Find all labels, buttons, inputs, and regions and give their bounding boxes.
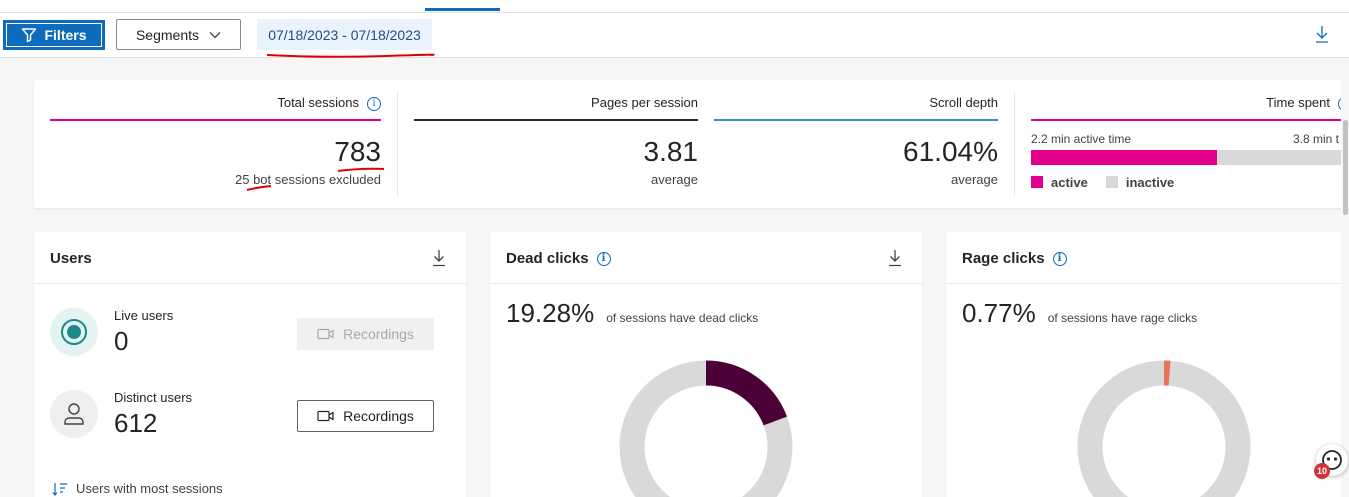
distinct-users-value: 612 — [114, 408, 158, 438]
dead-clicks-summary: 19.28% of sessions have dead clicks — [506, 298, 758, 329]
rage-clicks-summary: 0.77% of sessions have rage clicks — [962, 298, 1197, 329]
scroll-depth-value: 61.04% — [903, 136, 998, 167]
users-title: Users — [50, 250, 92, 267]
toolbar: Filters Segments 07/18/2023 - 07/18/2023 — [0, 13, 1349, 58]
page-scrollbar[interactable] — [1341, 58, 1349, 497]
donut-background — [1077, 360, 1251, 497]
chevron-down-icon — [209, 31, 221, 38]
distinct-users-label: Distinct users — [114, 390, 193, 405]
dead-clicks-percent: 19.28% — [506, 298, 595, 328]
segments-dropdown[interactable]: Segments — [116, 19, 241, 50]
sort-icon — [52, 482, 67, 496]
live-users-row: Live users 0 Recordings — [50, 308, 450, 364]
pages-per-session-value: 3.81 — [643, 136, 699, 167]
annotation-underline — [266, 53, 435, 58]
rage-clicks-card: Rage clicks i 0.77% of sessions have rage… — [946, 232, 1342, 497]
scroll-underline — [714, 119, 998, 121]
pages-per-session-label: Pages per session — [591, 95, 698, 110]
rage-clicks-donut — [1077, 360, 1251, 497]
download-icon[interactable] — [1314, 24, 1330, 44]
time-spent-metric: Time spenti 2.2 min active time 3.8 min … — [1031, 80, 1344, 208]
users-card: Users Live users 0 Recordings Distinct u… — [34, 232, 466, 497]
notification-badge: 10 — [1314, 463, 1330, 479]
info-icon[interactable]: i — [596, 251, 611, 266]
total-sessions-value: 783 — [334, 136, 381, 167]
total-sessions-underline — [50, 119, 381, 121]
dead-clicks-description: of sessions have dead clicks — [606, 311, 759, 325]
users-most-sessions-link[interactable]: Users with most sessions — [52, 481, 223, 496]
time-spent-bar — [1031, 150, 1344, 165]
live-users-icon — [50, 308, 98, 356]
legend-active: active — [1031, 175, 1088, 190]
rage-clicks-title: Rage clicks — [962, 250, 1045, 267]
annotation-underline — [246, 185, 272, 191]
filters-button[interactable]: Filters — [3, 20, 105, 50]
rage-clicks-percent: 0.77% — [962, 298, 1036, 328]
segments-label: Segments — [135, 26, 200, 43]
date-range-label: 07/18/2023 - 07/18/2023 — [268, 26, 421, 43]
dead-clicks-card: Dead clicks i 19.28% of sessions have dea… — [490, 232, 922, 497]
filter-icon — [22, 28, 37, 43]
most-sessions-label: Users with most sessions — [76, 481, 223, 496]
scroll-depth-metric: Scroll depth 61.04% average — [714, 80, 998, 208]
total-sessions-label: Total sessions — [277, 95, 359, 110]
live-recordings-button[interactable]: Recordings — [297, 318, 434, 350]
top-nav-strip — [0, 0, 1349, 13]
download-icon[interactable] — [432, 249, 446, 267]
dead-clicks-title: Dead clicks — [506, 250, 589, 267]
distinct-users-row: Distinct users 612 Recordings — [50, 390, 450, 446]
info-icon[interactable]: i — [1052, 251, 1067, 266]
divider — [397, 92, 398, 196]
video-icon — [317, 328, 334, 340]
total-time-label: 3.8 min t — [1293, 132, 1340, 146]
distinct-recordings-button[interactable]: Recordings — [297, 400, 434, 432]
scroll-depth-sub: average — [951, 172, 998, 187]
active-tab-indicator — [425, 8, 500, 11]
live-users-label: Live users — [114, 308, 174, 323]
total-sessions-metric: Total sessions i 783 25 bot sessions excl… — [50, 80, 385, 208]
download-icon[interactable] — [888, 249, 902, 267]
date-range-picker[interactable]: 07/18/2023 - 07/18/2023 — [257, 19, 432, 50]
dead-clicks-donut — [619, 360, 793, 497]
pages-underline — [414, 119, 698, 121]
donut-segment-dead — [705, 360, 787, 426]
divider — [1014, 92, 1015, 196]
scrollbar-thumb[interactable] — [1343, 120, 1348, 215]
legend-inactive: inactive — [1105, 175, 1174, 190]
rage-clicks-description: of sessions have rage clicks — [1047, 311, 1198, 325]
video-icon — [317, 410, 334, 422]
time-legend: active inactive — [1031, 175, 1174, 190]
filters-label: Filters — [44, 27, 87, 43]
active-time-fill — [1031, 150, 1217, 165]
scroll-depth-label: Scroll depth — [929, 95, 998, 110]
time-spent-underline — [1031, 119, 1344, 121]
recordings-label: Recordings — [343, 326, 414, 342]
info-icon[interactable]: i — [367, 96, 381, 111]
time-spent-label: Time spent — [1266, 95, 1330, 110]
person-icon — [50, 390, 98, 438]
pages-per-session-metric: Pages per session 3.81 average — [414, 80, 698, 208]
recordings-label: Recordings — [343, 408, 414, 424]
assistant-bubble[interactable]: 10 — [1314, 444, 1348, 479]
pages-per-session-sub: average — [651, 172, 698, 187]
active-time-label: 2.2 min active time — [1031, 132, 1132, 146]
summary-card: Total sessions i 783 25 bot sessions excl… — [34, 80, 1344, 208]
live-users-value: 0 — [114, 326, 129, 356]
